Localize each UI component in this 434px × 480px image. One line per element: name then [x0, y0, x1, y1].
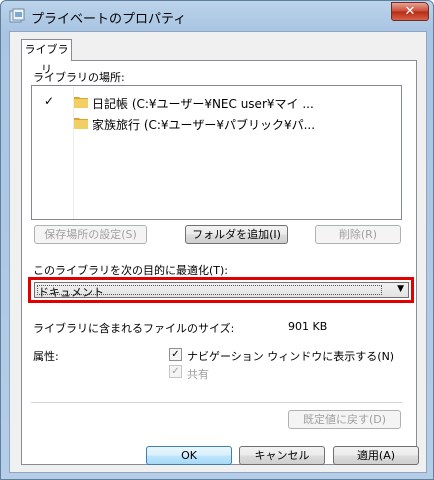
- close-icon: ✕: [404, 4, 416, 19]
- show-in-navigation-label[interactable]: ナビゲーション ウィンドウに表示する(N): [187, 348, 394, 364]
- file-size-label: ライブラリに含まれるファイルのサイズ:: [33, 322, 235, 335]
- dialog-client-area: ライブラリ ライブラリの場所: ✓ 日記帳 (C:¥ユーザー¥NEC user¥…: [9, 31, 427, 473]
- folder-icon: [74, 97, 88, 108]
- attributes-label: 属性:: [33, 350, 59, 363]
- list-item[interactable]: ✓ 日記帳 (C:¥ユーザー¥NEC user¥マイ ...: [32, 92, 314, 112]
- window-title: プライベートのプロパティ: [31, 12, 187, 27]
- file-size-value: 901 KB: [288, 320, 328, 333]
- optimize-highlight-box: ドキュメント ▼: [28, 277, 414, 303]
- shared-checkbox[interactable]: ✓: [169, 365, 182, 378]
- optimize-select[interactable]: ドキュメント ▼: [34, 282, 409, 299]
- check-icon: ✓: [171, 366, 180, 377]
- optimize-label: このライブラリを次の目的に最適化(T):: [33, 264, 229, 277]
- check-icon: ✓: [171, 349, 180, 360]
- remove-button[interactable]: 削除(R): [315, 225, 401, 244]
- properties-window: プライベートのプロパティ ✕ ライブラリ ライブラリの場所: ✓ 日記帳 (C:…: [0, 0, 434, 480]
- show-in-navigation-checkbox[interactable]: ✓: [169, 348, 182, 361]
- library-icon: [9, 8, 25, 23]
- location-path: 日記帳 (C:¥ユーザー¥NEC user¥マイ ...: [92, 97, 314, 111]
- library-locations-list[interactable]: ✓ 日記帳 (C:¥ユーザー¥NEC user¥マイ ... 家族旅行 (C:¥…: [31, 85, 402, 220]
- ok-button[interactable]: OK: [146, 446, 232, 465]
- list-item[interactable]: 家族旅行 (C:¥ユーザー¥パブリック¥パ...: [32, 113, 316, 133]
- apply-button[interactable]: 適用(A): [333, 446, 419, 465]
- shared-label: 共有: [187, 368, 209, 381]
- tab-library[interactable]: ライブラリ: [21, 39, 72, 76]
- optimize-selected-value: ドキュメント: [38, 286, 104, 299]
- check-icon: ✓: [44, 94, 55, 108]
- location-path: 家族旅行 (C:¥ユーザー¥パブリック¥パ...: [92, 118, 316, 132]
- title-bar[interactable]: プライベートのプロパティ ✕: [1, 1, 433, 31]
- folder-icon: [74, 118, 88, 129]
- close-button[interactable]: ✕: [391, 2, 429, 21]
- set-save-location-button[interactable]: 保存場所の設定(S): [34, 225, 147, 244]
- restore-defaults-button[interactable]: 既定値に戻す(D): [288, 410, 401, 429]
- divider: [31, 402, 402, 403]
- chevron-down-icon[interactable]: ▼: [397, 284, 404, 294]
- cancel-button[interactable]: キャンセル: [239, 446, 325, 465]
- add-folder-button[interactable]: フォルダを追加(I): [185, 225, 288, 244]
